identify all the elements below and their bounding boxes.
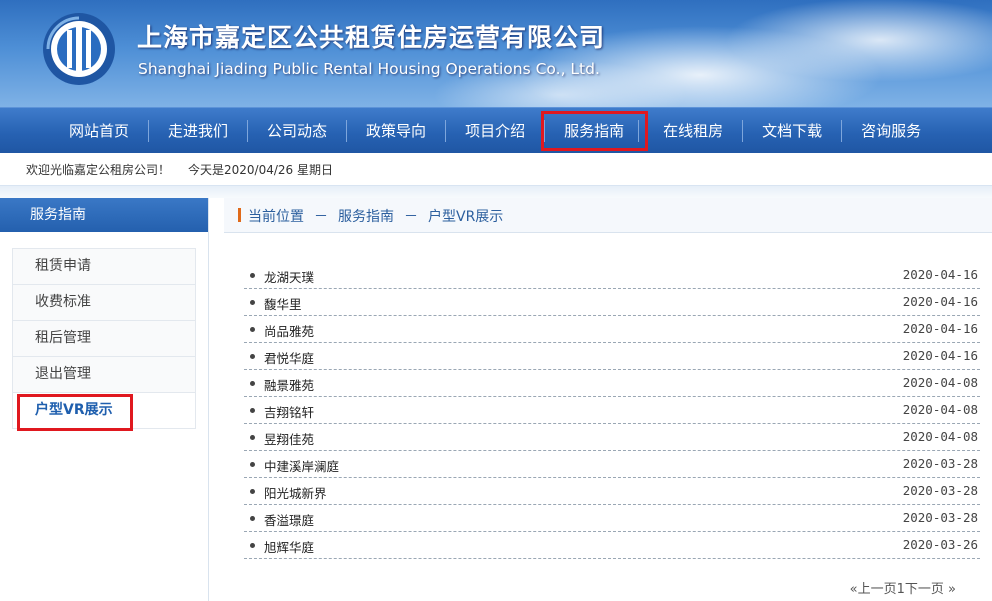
breadcrumb-accent (238, 208, 241, 222)
main-content: 当前位置 － 服务指南 － 户型VR展示 龙湖天璞 2020-04-16 馥华里 2020-… (224, 198, 992, 601)
list-item: 融景雅苑 2020-04-08 (244, 370, 980, 397)
list-item: 旭辉华庭 2020-03-26 (244, 532, 980, 559)
nav-item-downloads[interactable]: 文档下载 (743, 120, 843, 142)
nav-item-projects[interactable]: 项目介绍 (446, 120, 546, 142)
project-list: 龙湖天璞 2020-04-16 馥华里 2020-04-16 尚品雅苑 2020-04… (244, 262, 980, 559)
bullet-icon (250, 327, 255, 332)
bullet-icon (250, 543, 255, 548)
current-page: 1 (896, 582, 905, 597)
list-item-link[interactable]: 昱翔佳苑 (264, 429, 314, 448)
sidebar: 服务指南 租赁申请 收费标准 租后管理 退出管理 户型VR展示 (0, 198, 209, 601)
nav-item-online-rental[interactable]: 在线租房 (644, 120, 744, 142)
bullet-icon (250, 462, 255, 467)
list-item: 香溢璟庭 2020-03-28 (244, 505, 980, 532)
list-item-date: 2020-03-28 (902, 510, 978, 525)
list-item-date: 2020-04-08 (902, 429, 978, 444)
list-item-link[interactable]: 尚品雅苑 (264, 321, 314, 340)
list-item: 吉翔铭轩 2020-04-08 (244, 397, 980, 424)
list-item-link[interactable]: 中建溪岸澜庭 (264, 456, 339, 475)
bullet-icon (250, 408, 255, 413)
welcome-text: 欢迎光临嘉定公租房公司！ (26, 163, 171, 177)
breadcrumb-separator: － (314, 209, 328, 225)
list-item-link[interactable]: 阳光城新界 (264, 483, 327, 502)
breadcrumb-current: 户型VR展示 (428, 209, 504, 225)
list-item-link[interactable]: 君悦华庭 (264, 348, 314, 367)
list-item: 君悦华庭 2020-04-16 (244, 343, 980, 370)
list-item: 尚品雅苑 2020-04-16 (244, 316, 980, 343)
bullet-icon (250, 489, 255, 494)
date-text: 今天是2020/04/26 星期日 (188, 163, 333, 177)
welcome-bar: 欢迎光临嘉定公租房公司！ 今天是2020/04/26 星期日 (0, 153, 992, 186)
list-item: 阳光城新界 2020-03-28 (244, 478, 980, 505)
list-item-date: 2020-04-16 (902, 294, 978, 309)
nav-item-consulting[interactable]: 咨询服务 (842, 120, 940, 142)
sidebar-item-exit-management[interactable]: 退出管理 (12, 356, 196, 392)
nav-item-policy[interactable]: 政策导向 (347, 120, 447, 142)
bullet-icon (250, 300, 255, 305)
sidebar-item-post-lease[interactable]: 租后管理 (12, 320, 196, 356)
prev-page-link[interactable]: «上一页 (850, 582, 897, 597)
list-item-date: 2020-04-08 (902, 402, 978, 417)
nav-item-home[interactable]: 网站首页 (50, 120, 150, 142)
sidebar-item-fee-standards[interactable]: 收费标准 (12, 284, 196, 320)
list-item-date: 2020-03-28 (902, 456, 978, 471)
list-item-date: 2020-04-16 (902, 348, 978, 363)
bullet-icon (250, 354, 255, 359)
list-item-link[interactable]: 吉翔铭轩 (264, 402, 314, 421)
list-item-date: 2020-04-08 (902, 375, 978, 390)
list-item: 中建溪岸澜庭 2020-03-28 (244, 451, 980, 478)
list-item-link[interactable]: 旭辉华庭 (264, 537, 314, 556)
divider-band (0, 186, 992, 198)
sidebar-heading: 服务指南 (0, 198, 208, 232)
breadcrumb-label: 当前位置 (248, 209, 304, 225)
nav-item-service-guide[interactable]: 服务指南 (541, 111, 649, 151)
list-item: 昱翔佳苑 2020-04-08 (244, 424, 980, 451)
main-nav: 网站首页 走进我们 公司动态 政策导向 项目介绍 服务指南 在线租房 文档下载 … (0, 107, 992, 154)
list-item-date: 2020-03-28 (902, 483, 978, 498)
site-header: 上海市嘉定区公共租赁住房运营有限公司 Shanghai Jiading Publ… (0, 0, 992, 107)
sidebar-item-vr-showcase[interactable]: 户型VR展示 (12, 392, 196, 431)
nav-item-news[interactable]: 公司动态 (248, 120, 348, 142)
list-item-link[interactable]: 馥华里 (264, 294, 302, 313)
bullet-icon (250, 516, 255, 521)
list-item-date: 2020-03-26 (902, 537, 978, 552)
bullet-icon (250, 273, 255, 278)
sidebar-item-lease-application[interactable]: 租赁申请 (12, 248, 196, 284)
company-name-cn: 上海市嘉定区公共租赁住房运营有限公司 (137, 23, 606, 52)
bullet-icon (250, 381, 255, 386)
list-item-link[interactable]: 香溢璟庭 (264, 510, 314, 529)
list-item: 龙湖天璞 2020-04-16 (244, 262, 980, 289)
company-logo[interactable] (40, 10, 118, 88)
next-page-link[interactable]: 下一页 » (905, 582, 956, 597)
company-name-en: Shanghai Jiading Public Rental Housing O… (138, 60, 600, 78)
bullet-icon (250, 435, 255, 440)
list-item-date: 2020-04-16 (902, 267, 978, 282)
breadcrumb-separator: － (404, 209, 418, 225)
list-item-date: 2020-04-16 (902, 321, 978, 336)
breadcrumb: 当前位置 － 服务指南 － 户型VR展示 (224, 198, 992, 233)
sidebar-menu: 租赁申请 收费标准 租后管理 退出管理 户型VR展示 (12, 248, 196, 431)
list-item: 馥华里 2020-04-16 (244, 289, 980, 316)
list-item-link[interactable]: 龙湖天璞 (264, 267, 314, 286)
breadcrumb-link-service-guide[interactable]: 服务指南 (338, 209, 394, 225)
pagination: «上一页1下一页 » (850, 578, 956, 597)
list-item-link[interactable]: 融景雅苑 (264, 375, 314, 394)
nav-item-about[interactable]: 走进我们 (149, 120, 249, 142)
